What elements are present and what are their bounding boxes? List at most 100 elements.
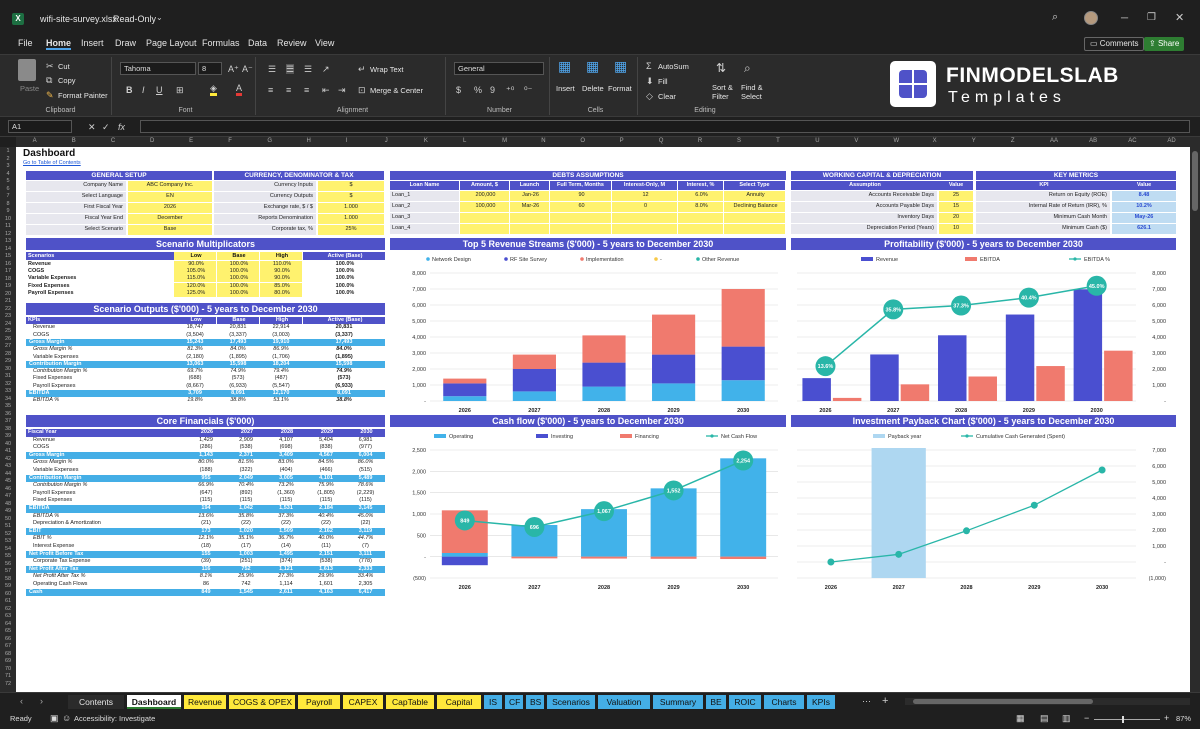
multiplicator-cell[interactable]: 120.0% [174, 282, 216, 290]
sheet-tab[interactable]: ROIC [729, 695, 761, 709]
sheet-tab[interactable]: Charts [764, 695, 804, 709]
number-format-select[interactable]: General [454, 62, 544, 75]
column-header[interactable]: T [776, 138, 780, 144]
sheet-tab[interactable]: Contents [68, 695, 124, 709]
column-header[interactable]: C [111, 138, 115, 144]
align-middle-icon[interactable]: ☰ [286, 64, 295, 74]
multiplicator-cell[interactable]: 100.0% [217, 261, 259, 268]
add-sheet-icon[interactable]: + [882, 695, 888, 707]
debt-cell[interactable]: Annuity [724, 191, 785, 201]
column-header[interactable]: AD [1167, 138, 1175, 144]
cancel-icon[interactable]: ✕ [88, 122, 96, 132]
chevron-down-icon[interactable]: ⌄ [156, 13, 163, 22]
column-header[interactable]: K [424, 138, 428, 144]
comma-icon[interactable]: 9 [490, 85, 495, 95]
column-header[interactable]: J [385, 138, 388, 144]
column-header[interactable]: AA [1050, 138, 1058, 144]
table-value-cell[interactable]: Base [128, 225, 212, 235]
minimize-icon[interactable]: ─ [1121, 13, 1128, 24]
italic-icon[interactable]: I [142, 85, 145, 95]
table-value-cell[interactable]: 2026 [128, 203, 212, 213]
column-header[interactable]: L [463, 138, 466, 144]
page-layout-icon[interactable]: ▤ [1040, 713, 1049, 724]
sheet-tab[interactable]: COGS & OPEX [229, 695, 295, 709]
menu-view[interactable]: View [315, 38, 334, 48]
tab-scroll-left-icon[interactable]: ‹ [20, 696, 23, 706]
column-header[interactable]: Q [659, 138, 664, 144]
align-left-icon[interactable]: ≡ [268, 85, 273, 95]
column-header[interactable]: R [698, 138, 702, 144]
horizontal-scrollbar[interactable] [905, 698, 1190, 705]
menu-insert[interactable]: Insert [81, 38, 104, 48]
zoom-slider[interactable] [1094, 716, 1160, 723]
align-right-icon[interactable]: ≡ [304, 85, 309, 95]
table-value-cell[interactable]: 25 [939, 191, 973, 201]
multiplicator-cell[interactable]: 85.0% [260, 282, 302, 290]
borders-icon[interactable]: ⊞ [176, 85, 184, 95]
sheet-tab[interactable]: CapTable [386, 695, 434, 709]
sheet-tab[interactable]: Valuation [598, 695, 650, 709]
debt-cell[interactable]: 60 [550, 202, 611, 212]
format-painter-button[interactable]: Format Painter [58, 91, 108, 100]
zoom-level[interactable]: 87% [1176, 714, 1191, 723]
increase-decimal-icon[interactable]: ⁺⁰ [506, 85, 514, 95]
confirm-icon[interactable]: ✓ [102, 122, 110, 132]
debt-cell[interactable] [460, 224, 509, 234]
merge-center-button[interactable]: Merge & Center [370, 86, 423, 95]
menu-page-layout[interactable]: Page Layout [146, 38, 197, 48]
debt-cell[interactable]: Jan-26 [510, 191, 549, 201]
menu-draw[interactable]: Draw [115, 38, 136, 48]
copy-button[interactable]: Copy [58, 76, 76, 85]
search-icon[interactable]: ⌕ [1052, 11, 1058, 24]
column-header[interactable]: V [854, 138, 858, 144]
orientation-icon[interactable]: ↗ [322, 64, 330, 74]
column-header[interactable]: I [346, 138, 348, 144]
paste-icon[interactable] [18, 59, 36, 81]
increase-font-icon[interactable]: A⁺ [228, 64, 239, 74]
table-value-cell[interactable]: 10.2% [1112, 202, 1176, 212]
debt-cell[interactable]: Mar-26 [510, 202, 549, 212]
column-header[interactable]: D [150, 138, 154, 144]
debt-cell[interactable] [612, 224, 677, 234]
align-top-icon[interactable]: ☰ [268, 64, 276, 74]
table-value-cell[interactable]: $ [318, 192, 384, 202]
menu-data[interactable]: Data [248, 38, 267, 48]
percent-icon[interactable]: % [474, 85, 482, 95]
column-header[interactable]: E [189, 138, 193, 144]
table-value-cell[interactable]: 15 [939, 202, 973, 212]
autosum-button[interactable]: AutoSum [658, 62, 689, 71]
fill-color-icon[interactable]: ◈ [210, 83, 217, 96]
multiplicator-cell[interactable]: 100.0% [217, 289, 259, 297]
sheet-tab[interactable]: Payroll [298, 695, 340, 709]
debt-cell[interactable] [550, 213, 611, 223]
column-header[interactable]: N [541, 138, 545, 144]
sheet-tab[interactable]: CAPEX [343, 695, 383, 709]
macro-record-icon[interactable]: ▣ [50, 713, 59, 724]
menu-home[interactable]: Home [46, 38, 72, 50]
column-header[interactable]: AC [1128, 138, 1136, 144]
decrease-indent-icon[interactable]: ⇤ [322, 85, 330, 95]
sheet-tab[interactable]: Scenarios [547, 695, 595, 709]
decrease-decimal-icon[interactable]: ⁰⁻ [524, 85, 532, 95]
sheet-tab[interactable]: CF [505, 695, 523, 709]
paste-button[interactable]: Paste [20, 84, 39, 93]
multiplicator-cell[interactable]: 80.0% [260, 289, 302, 297]
zoom-in-icon[interactable]: + [1164, 713, 1169, 723]
format-cells-button[interactable]: Format [608, 84, 632, 93]
column-header[interactable]: M [502, 138, 507, 144]
multiplicator-cell[interactable]: 105.0% [174, 268, 216, 276]
sheet-tab[interactable]: Dashboard [127, 695, 181, 709]
wrap-text-button[interactable]: Wrap Text [370, 65, 404, 74]
debt-cell[interactable] [678, 224, 723, 234]
menu-formulas[interactable]: Formulas [202, 38, 240, 48]
table-value-cell[interactable]: May-26 [1112, 213, 1176, 223]
table-value-cell[interactable]: 10 [939, 224, 973, 234]
multiplicator-cell[interactable]: 125.0% [174, 289, 216, 297]
table-value-cell[interactable]: December [128, 214, 212, 224]
avatar[interactable] [1084, 11, 1098, 25]
sheet-tab[interactable]: Summary [653, 695, 703, 709]
table-value-cell[interactable]: ABC Company Inc. [128, 181, 212, 191]
vertical-scrollbar[interactable] [1190, 137, 1200, 692]
toc-link[interactable]: Go to Table of Contents [23, 160, 81, 166]
fill-button[interactable]: Fill [658, 77, 668, 86]
